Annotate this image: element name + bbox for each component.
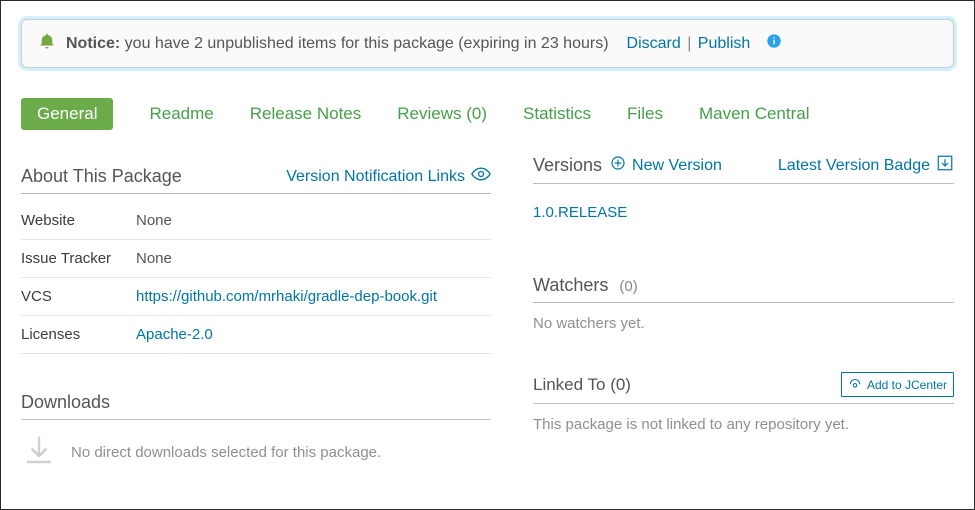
- tab-reviews[interactable]: Reviews (0): [397, 104, 487, 124]
- table-row: Issue TrackerNone: [21, 240, 491, 278]
- watchers-header: Watchers (0): [533, 269, 954, 303]
- linked-empty: This package is not linked to any reposi…: [533, 416, 954, 433]
- version-notification-links[interactable]: Version Notification Links: [286, 167, 491, 186]
- downloads-title: Downloads: [21, 386, 491, 420]
- downloads-empty-text: No direct downloads selected for this pa…: [71, 444, 381, 461]
- version-item[interactable]: 1.0.RELEASE: [533, 204, 627, 221]
- tab-readme[interactable]: Readme: [149, 104, 213, 124]
- issue-val: None: [136, 240, 491, 278]
- tab-files[interactable]: Files: [627, 104, 663, 124]
- license-link[interactable]: Apache-2.0: [136, 326, 213, 343]
- download-box-icon: [936, 154, 954, 177]
- tab-maven-central[interactable]: Maven Central: [699, 104, 810, 124]
- tab-release-notes[interactable]: Release Notes: [250, 104, 362, 124]
- downloads-empty-row: No direct downloads selected for this pa…: [21, 432, 491, 472]
- table-row: LicensesApache-2.0: [21, 316, 491, 354]
- notice-text: Notice: you have 2 unpublished items for…: [66, 35, 609, 53]
- tab-statistics[interactable]: Statistics: [523, 104, 591, 124]
- website-val: None: [136, 202, 491, 240]
- add-to-jcenter-button[interactable]: Add to JCenter: [841, 372, 954, 397]
- new-version-link[interactable]: New Version: [610, 155, 722, 176]
- download-icon: [21, 432, 57, 472]
- versions-header: Versions New Version Latest Version Badg…: [533, 148, 954, 184]
- about-title: About This Package: [21, 166, 182, 187]
- vcs-key: VCS: [21, 278, 136, 316]
- watchers-empty: No watchers yet.: [533, 315, 954, 332]
- about-header: About This Package Version Notification …: [21, 160, 491, 194]
- licenses-key: Licenses: [21, 316, 136, 354]
- table-row: VCShttps://github.com/mrhaki/gradle-dep-…: [21, 278, 491, 316]
- about-table: WebsiteNone Issue TrackerNone VCShttps:/…: [21, 202, 491, 354]
- eye-icon: [471, 167, 491, 186]
- discard-link[interactable]: Discard: [627, 35, 681, 52]
- info-icon[interactable]: [766, 33, 782, 54]
- watchers-count: (0): [619, 278, 637, 295]
- table-row: WebsiteNone: [21, 202, 491, 240]
- separator: |: [683, 35, 696, 52]
- tabs: General Readme Release Notes Reviews (0)…: [21, 104, 954, 124]
- notice-label: Notice:: [66, 35, 120, 52]
- watchers-title: Watchers: [533, 275, 608, 295]
- versions-title: Versions: [533, 155, 602, 176]
- notice-bar: Notice: you have 2 unpublished items for…: [21, 19, 954, 68]
- tab-general[interactable]: General: [21, 98, 113, 130]
- publish-link[interactable]: Publish: [698, 35, 750, 52]
- vcs-link[interactable]: https://github.com/mrhaki/gradle-dep-boo…: [136, 288, 437, 305]
- latest-version-badge[interactable]: Latest Version Badge: [778, 154, 954, 177]
- website-key: Website: [21, 202, 136, 240]
- issue-key: Issue Tracker: [21, 240, 136, 278]
- linked-header: Linked To (0) Add to JCenter: [533, 366, 954, 404]
- plus-circle-icon: [610, 155, 626, 176]
- bell-icon: [38, 32, 56, 55]
- linked-title: Linked To (0): [533, 375, 631, 395]
- link-icon: [848, 376, 862, 393]
